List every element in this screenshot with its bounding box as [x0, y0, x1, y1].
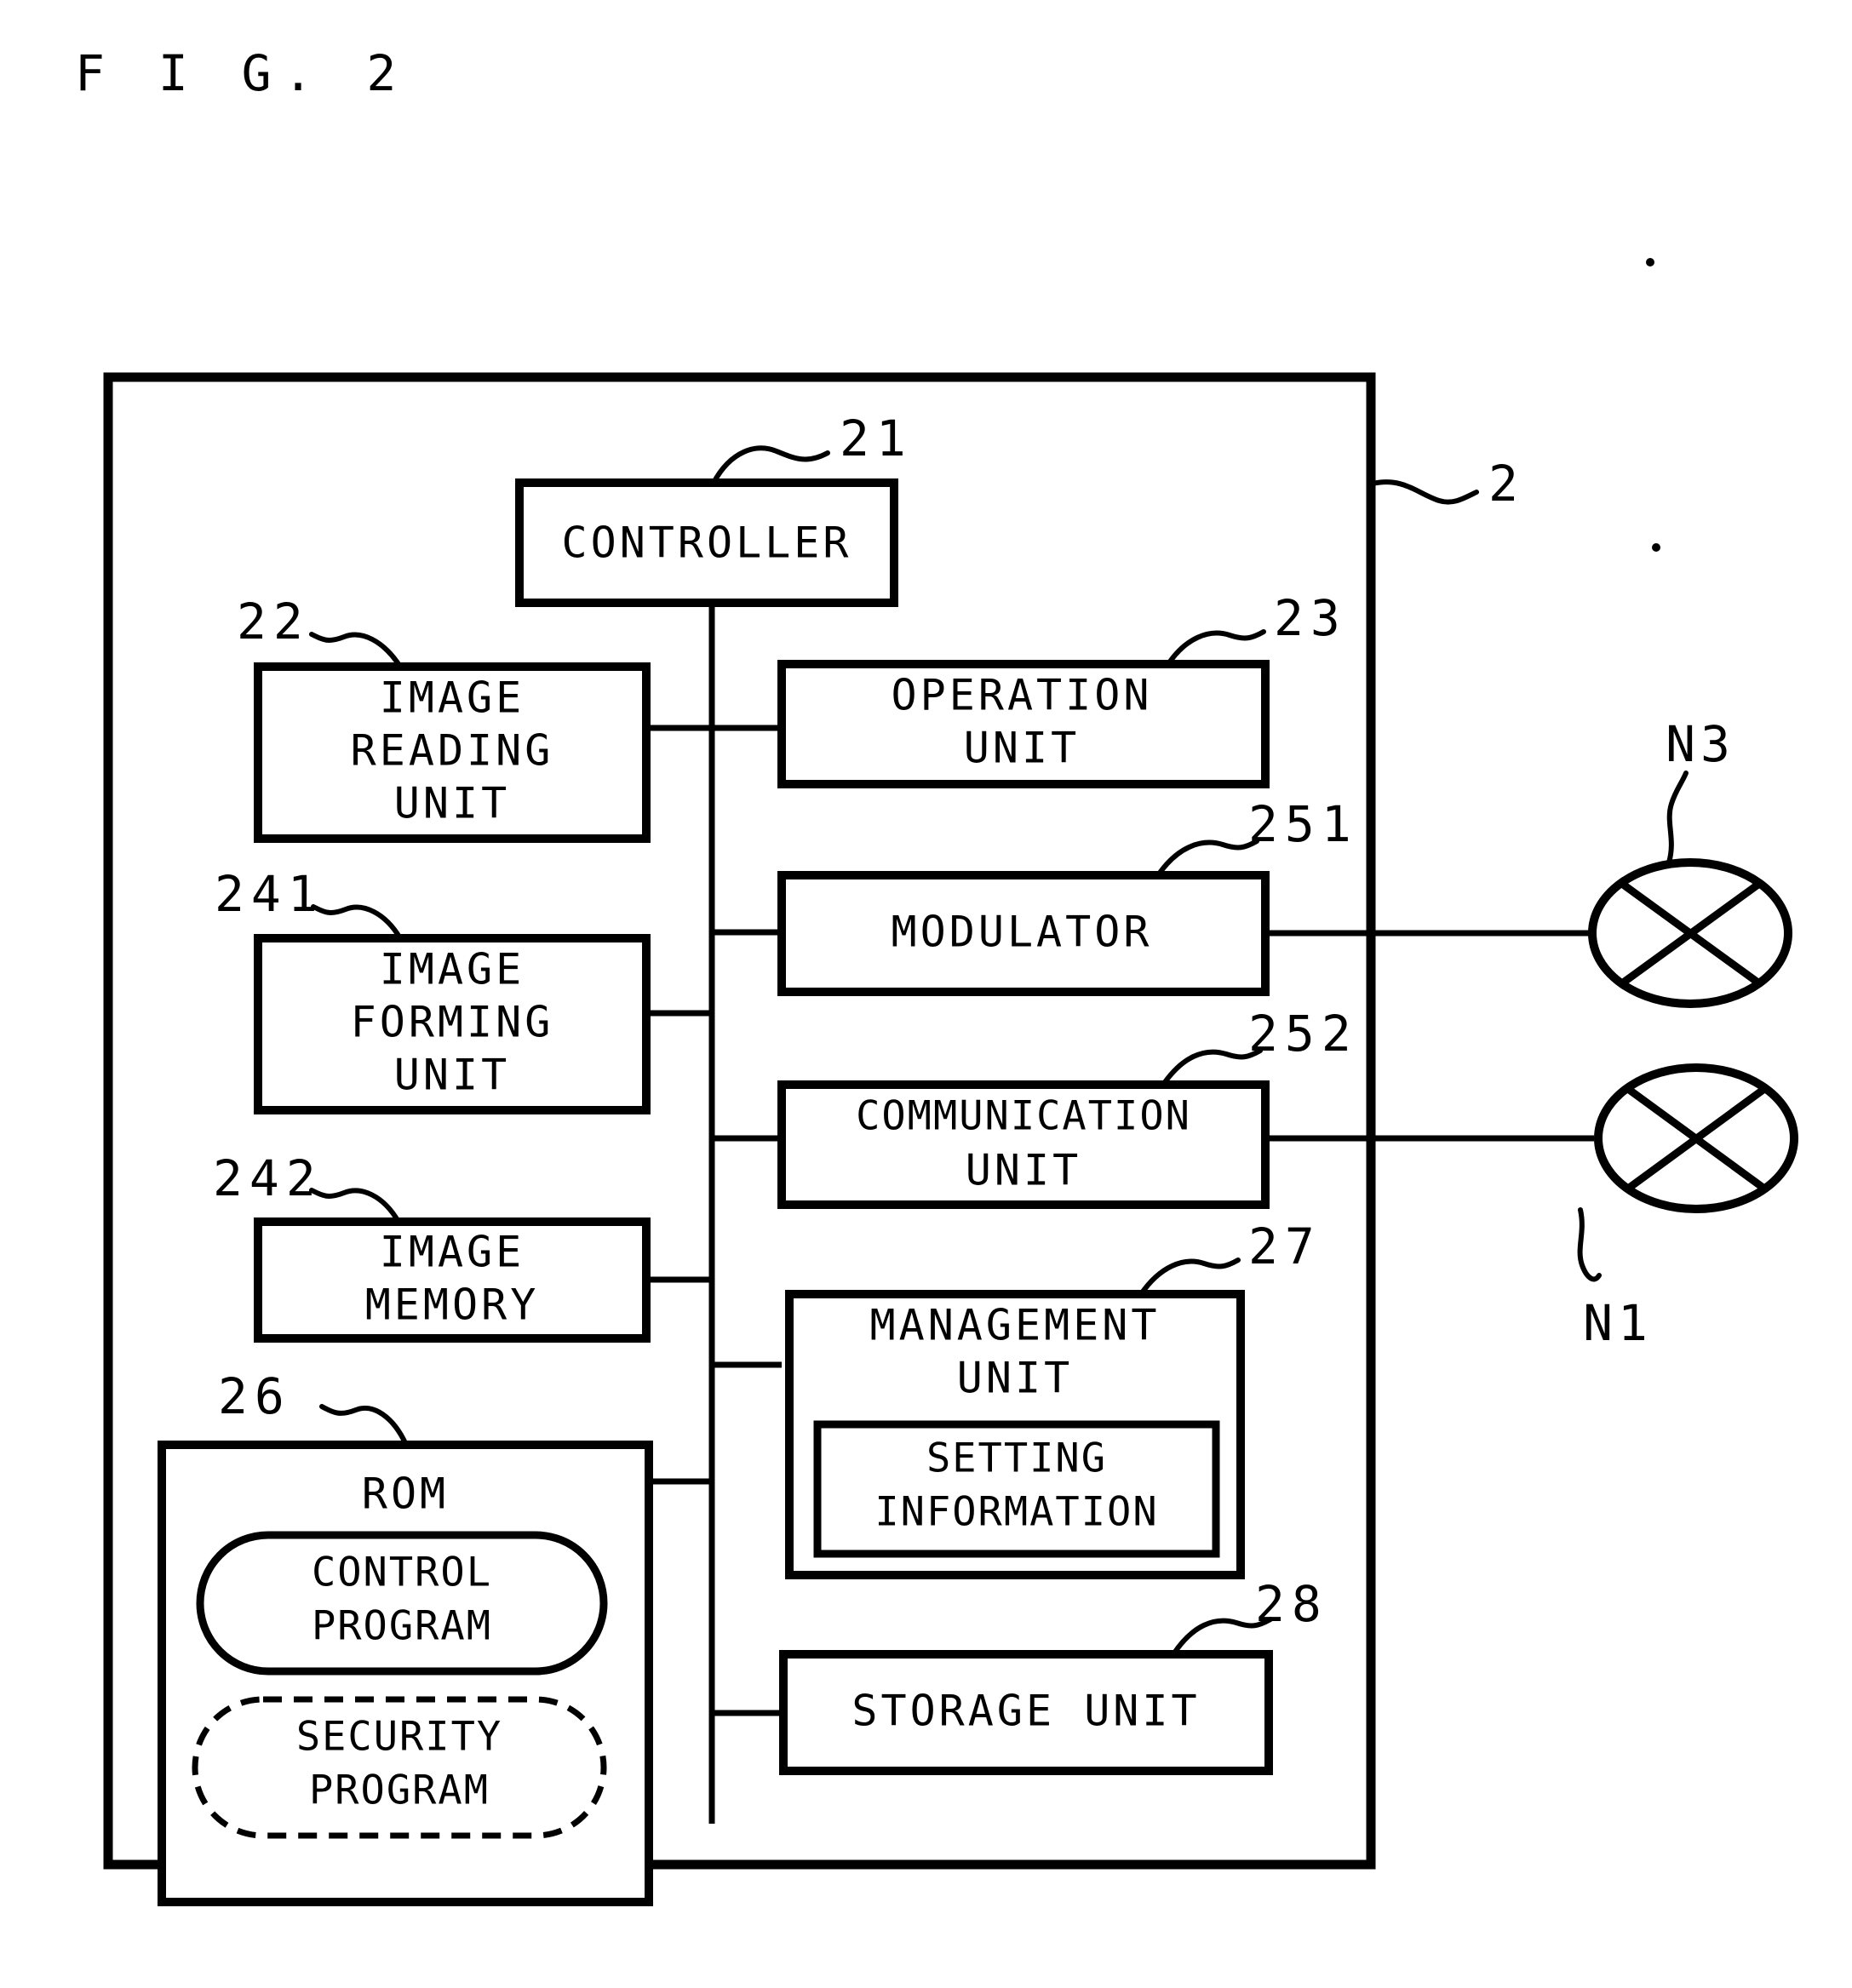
block-control-program-line2: PROGRAM [312, 1603, 492, 1650]
leader-line-device [1370, 479, 1479, 505]
ref-label-image-forming: 241 [215, 865, 324, 923]
leader-line-communication [1161, 1048, 1263, 1087]
block-security-program-line1: SECURITY [296, 1714, 502, 1761]
leader-line-n1 [1577, 1207, 1602, 1282]
block-communication-unit-line1: COMMUNICATION [856, 1093, 1191, 1140]
block-control-program-line1: CONTROL [312, 1550, 492, 1596]
ref-label-management: 27 [1248, 1217, 1322, 1275]
block-operation-unit-line2: UNIT [964, 724, 1080, 773]
block-image-reading-unit-line1: IMAGE [380, 673, 525, 723]
block-management-unit-line2: UNIT [957, 1354, 1073, 1403]
ref-label-device: 2 [1488, 455, 1525, 513]
block-image-memory-line1: IMAGE [380, 1228, 525, 1277]
leader-line-modulator [1155, 839, 1259, 878]
block-image-forming-unit-line1: IMAGE [380, 945, 525, 994]
block-management-unit-line1: MANAGEMENT [869, 1301, 1160, 1350]
network-label-n1: N1 [1583, 1294, 1653, 1352]
leader-line-image-memory [309, 1188, 401, 1224]
leader-line-n3 [1666, 771, 1689, 865]
leader-line-rom [319, 1404, 409, 1447]
leader-line-operation [1166, 629, 1266, 667]
block-image-reading-unit-line3: UNIT [394, 779, 510, 828]
ref-label-image-memory: 242 [213, 1149, 323, 1207]
block-security-program-line2: PROGRAM [309, 1767, 490, 1814]
leader-line-image-reading [309, 632, 403, 669]
block-storage-unit-label: STORAGE UNIT [851, 1687, 1200, 1736]
block-modulator-label: MODULATOR [892, 908, 1153, 957]
ref-label-rom: 26 [218, 1367, 291, 1425]
ref-label-operation: 23 [1274, 589, 1347, 647]
block-controller-label: CONTROLLER [561, 518, 851, 568]
network-label-n3: N3 [1666, 715, 1735, 773]
block-setting-information-line2: INFORMATION [874, 1489, 1158, 1536]
print-artifact-dot-mid [1652, 543, 1660, 552]
ref-label-controller: 21 [840, 410, 913, 467]
ref-label-modulator: 251 [1248, 795, 1358, 853]
figure-page: F I G. 2 2 CONTROLLER 21 IMAGE READING U… [0, 0, 1852, 1988]
block-communication-unit-line2: UNIT [966, 1146, 1081, 1195]
block-image-memory-line2: MEMORY [365, 1280, 540, 1330]
block-image-forming-unit-line3: UNIT [394, 1051, 510, 1100]
block-diagram: 2 CONTROLLER 21 IMAGE READING UNIT 22 IM… [103, 258, 1798, 1906]
block-setting-information-line1: SETTING [926, 1435, 1107, 1482]
leader-line-image-forming [311, 904, 403, 941]
block-rom-label: ROM [362, 1470, 449, 1519]
ref-label-image-reading: 22 [237, 593, 310, 650]
block-operation-unit-line1: OPERATION [892, 671, 1153, 720]
block-image-forming-unit-line2: FORMING [351, 998, 554, 1047]
print-artifact-dot-top [1646, 258, 1654, 266]
leader-line-management [1138, 1258, 1241, 1297]
ref-label-storage: 28 [1255, 1575, 1328, 1633]
ref-label-communication: 252 [1248, 1005, 1358, 1063]
leader-line-controller [711, 445, 830, 485]
block-image-reading-unit-line2: READING [351, 726, 554, 776]
